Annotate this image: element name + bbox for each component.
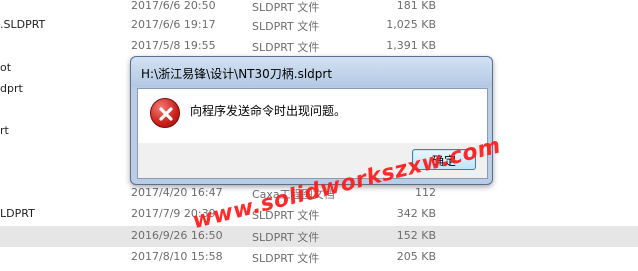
file-size: 112: [415, 186, 436, 199]
file-name: ot: [0, 61, 12, 74]
error-icon: [150, 98, 180, 128]
file-size: 1,025 KB: [386, 18, 436, 31]
file-size: 152 KB: [396, 229, 436, 242]
dialog-titlebar[interactable]: H:\浙江易锋\设计\NT30刀柄.sldprt: [131, 57, 492, 87]
file-name: rt: [0, 124, 9, 137]
file-date: 2017/6/6 19:17: [131, 18, 216, 31]
file-type: SLDPRT 文件: [252, 41, 320, 54]
file-type: SLDPRT 文件: [252, 231, 320, 244]
file-row[interactable]: 2017/8/10 15:58 SLDPRT 文件 205 KB: [0, 247, 638, 268]
dialog-content: 向程序发送命令时出现问题。: [138, 89, 487, 143]
file-row[interactable]: 2017/5/8 19:55 SLDPRT 文件 1,391 KB: [0, 36, 638, 57]
file-size: 342 KB: [396, 207, 436, 220]
file-date: 2017/4/20 16:47: [131, 186, 223, 199]
file-type: SLDPRT 文件: [252, 20, 320, 33]
dialog-title: H:\浙江易锋\设计\NT30刀柄.sldprt: [141, 67, 333, 81]
file-date: 2017/6/6 20:50: [131, 0, 216, 12]
file-row[interactable]: LDPRT 2017/7/9 20:39 SLDPRT 文件 342 KB: [0, 204, 638, 225]
dialog-message: 向程序发送命令时出现问题。: [190, 104, 347, 118]
file-name: dprt: [0, 82, 23, 95]
file-size: 205 KB: [396, 250, 436, 263]
file-type: SLDPRT 文件: [252, 252, 320, 265]
file-name: LDPRT: [0, 207, 35, 220]
file-row[interactable]: .SLDPRT 2017/6/6 19:17 SLDPRT 文件 1,025 K…: [0, 15, 638, 36]
file-date: 2017/5/8 19:55: [131, 39, 216, 52]
file-size: 181 KB: [396, 0, 436, 12]
file-size: 1,391 KB: [386, 39, 436, 52]
file-name: .SLDPRT: [0, 18, 46, 31]
file-row-selected[interactable]: 2016/9/26 16:50 SLDPRT 文件 152 KB: [0, 226, 638, 247]
file-date: 2017/8/10 15:58: [131, 250, 223, 263]
file-type: SLDPRT 文件: [252, 1, 320, 14]
